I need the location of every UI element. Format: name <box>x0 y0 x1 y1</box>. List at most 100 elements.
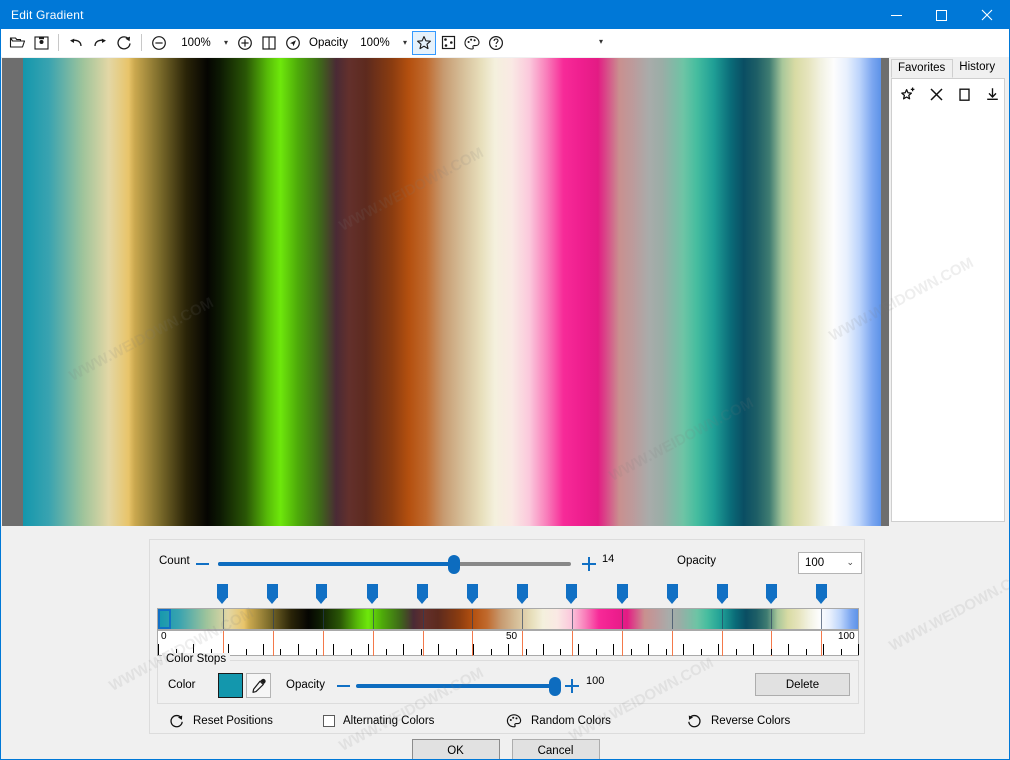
direction-icon[interactable] <box>281 31 305 55</box>
edit-gradient-window: Edit Gradient 100% ▾ Opacity 100% ▾ ▾ Fa… <box>0 0 1010 760</box>
color-stop-markers[interactable] <box>157 584 859 608</box>
color-stop-marker[interactable] <box>367 584 378 604</box>
gradient-preview-canvas[interactable] <box>2 58 889 526</box>
opacity-dropdown-caret-icon[interactable]: ▾ <box>398 32 412 54</box>
stop-opacity-label: Opacity <box>286 679 325 691</box>
ruler-tick <box>543 644 544 655</box>
stop-opacity-thumb[interactable] <box>549 677 561 696</box>
stop-opacity-decrement[interactable] <box>337 685 350 687</box>
cancel-button[interactable]: Cancel <box>511 739 600 759</box>
ruler-tick <box>158 644 159 655</box>
color-swatch[interactable] <box>218 673 243 698</box>
ruler-stop-line <box>522 631 523 656</box>
ruler-tick <box>438 644 439 655</box>
stop-opacity-track[interactable] <box>356 684 560 688</box>
color-stop-marker[interactable] <box>266 584 278 604</box>
download-icon[interactable] <box>981 83 1003 105</box>
random-colors-button[interactable]: Random Colors <box>505 708 611 734</box>
remove-favorite-icon[interactable] <box>925 83 947 105</box>
panel-opacity-value: 100 <box>805 557 825 569</box>
color-stop-marker[interactable] <box>716 584 728 604</box>
zoom-in-icon[interactable] <box>233 31 257 55</box>
ruler-stop-line <box>572 631 573 656</box>
bottom-panel: Count 14 Opacity 100 ⌄ 0 50 100 Color St… <box>2 527 1009 759</box>
gradient-stop-divider <box>622 609 623 629</box>
zoom-out-icon[interactable] <box>147 31 171 55</box>
color-label: Color <box>168 679 196 691</box>
gradient-stop-divider <box>223 609 224 629</box>
gradient-strip-fill <box>158 609 858 629</box>
ruler-tick <box>280 649 281 655</box>
redo-icon[interactable] <box>88 31 112 55</box>
help-icon[interactable] <box>484 31 508 55</box>
minimize-button[interactable] <box>874 1 919 29</box>
toolbar-overflow-caret-icon[interactable]: ▾ <box>599 37 603 46</box>
reset-positions-button[interactable]: Reset Positions <box>167 708 273 734</box>
maximize-button[interactable] <box>919 1 964 29</box>
panel-opacity-select[interactable]: 100 ⌄ <box>798 552 862 574</box>
toolbar: 100% ▾ Opacity 100% ▾ ▾ <box>1 29 1009 57</box>
reset-positions-label: Reset Positions <box>193 715 273 727</box>
ruler-tick <box>351 649 352 655</box>
ruler-tick <box>683 644 684 655</box>
alternating-colors-checkbox[interactable]: Alternating Colors <box>323 708 434 734</box>
color-stop-marker[interactable] <box>766 584 778 604</box>
tab-history[interactable]: History <box>953 59 1002 78</box>
zoom-dropdown-caret-icon[interactable]: ▾ <box>219 32 233 54</box>
color-stop-marker[interactable] <box>316 584 328 604</box>
count-increment-button[interactable] <box>582 557 596 571</box>
count-slider-thumb[interactable] <box>448 555 460 574</box>
color-stop-marker[interactable] <box>516 584 528 604</box>
color-stop-marker[interactable] <box>666 584 678 604</box>
ruler-tick <box>403 644 404 655</box>
ruler-label-end: 100 <box>838 631 855 642</box>
ruler-tick <box>578 644 579 655</box>
open-icon[interactable] <box>5 31 29 55</box>
random-dice-icon[interactable] <box>436 31 460 55</box>
selected-stop-highlight <box>158 609 171 629</box>
stop-opacity-increment[interactable] <box>565 679 579 693</box>
gradient-stop-divider <box>722 609 723 629</box>
split-view-icon[interactable] <box>257 31 281 55</box>
refresh-icon[interactable] <box>112 31 136 55</box>
toolbar-opacity-value[interactable]: 100% <box>352 37 398 49</box>
count-decrement-button[interactable] <box>196 563 209 565</box>
tab-favorites[interactable]: Favorites <box>891 59 954 78</box>
reset-icon <box>167 712 185 730</box>
zoom-level-value[interactable]: 100% <box>173 37 219 49</box>
gradient-stop-divider <box>373 609 374 629</box>
undo-icon[interactable] <box>64 31 88 55</box>
reverse-colors-button[interactable]: Reverse Colors <box>685 708 790 734</box>
ruler-tick <box>316 649 317 655</box>
save-icon[interactable] <box>29 31 53 55</box>
delete-stop-button[interactable]: Delete <box>755 673 850 696</box>
favorites-list[interactable] <box>891 78 1005 522</box>
ruler-tick <box>753 644 754 655</box>
palette-icon[interactable] <box>460 31 484 55</box>
color-stops-group: Color Stops Color Opacity 100 Delete <box>157 653 859 704</box>
gradient-strip[interactable] <box>157 608 859 630</box>
ruler-tick <box>246 649 247 655</box>
ok-button[interactable]: OK <box>411 739 500 759</box>
add-favorite-icon[interactable] <box>897 83 919 105</box>
favorites-toolbar <box>892 79 1004 109</box>
color-stop-marker[interactable] <box>566 584 578 604</box>
color-stop-marker[interactable] <box>616 584 628 604</box>
ruler-tick <box>858 644 859 655</box>
favorite-star-icon[interactable] <box>412 30 436 55</box>
window-title: Edit Gradient <box>11 8 84 22</box>
delete-icon[interactable] <box>953 83 975 105</box>
color-stop-marker[interactable] <box>416 584 428 604</box>
color-stop-marker[interactable] <box>216 584 228 604</box>
title-bar: Edit Gradient <box>1 1 1009 29</box>
gradient-stop-divider <box>472 609 473 629</box>
eyedropper-icon[interactable] <box>246 673 271 698</box>
color-stop-marker[interactable] <box>816 584 828 604</box>
color-stop-marker[interactable] <box>466 584 478 604</box>
checkbox-icon[interactable] <box>323 715 335 727</box>
ruler-stop-line <box>672 631 673 656</box>
ruler-tick <box>613 644 614 655</box>
position-ruler[interactable]: 0 50 100 <box>157 630 859 656</box>
ruler-stop-line <box>273 631 274 656</box>
close-button[interactable] <box>964 1 1009 29</box>
